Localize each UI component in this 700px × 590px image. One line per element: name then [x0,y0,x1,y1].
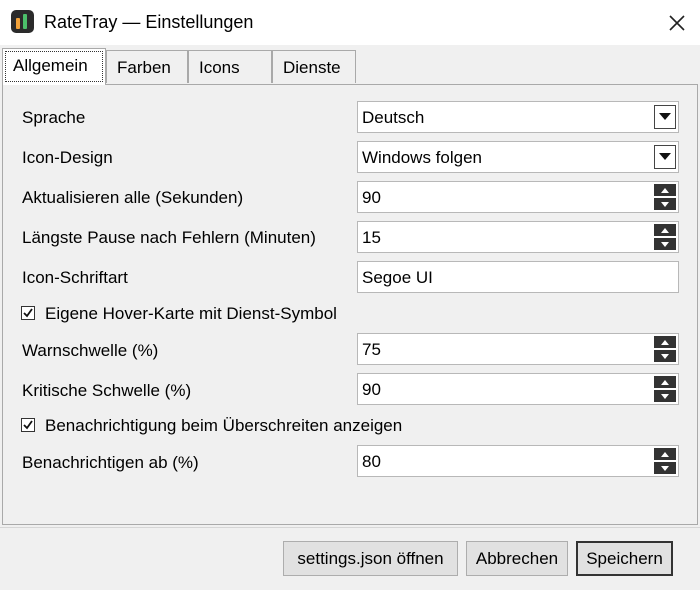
warn-threshold-spinbox[interactable]: 75 [357,333,679,365]
chevron-down-icon [659,153,671,160]
spin-up-icon [661,187,669,193]
tab-label: Farben [117,58,171,77]
critical-threshold-spin-down[interactable] [654,390,676,402]
tab-dienste[interactable]: Dienste [272,50,356,83]
icon-design-dropdown-button[interactable] [654,145,676,169]
spin-up-icon [661,451,669,457]
icon-design-value: Windows folgen [362,148,483,167]
max-pause-value: 15 [362,228,381,247]
icon-design-label: Icon-Design [22,148,113,167]
critical-threshold-spin-up[interactable] [654,376,676,388]
tab-label: Dienste [283,58,341,77]
spin-down-icon [661,201,669,207]
max-pause-spinbox[interactable]: 15 [357,221,679,253]
checkmark-icon [23,420,33,430]
tab-allgemein[interactable]: Allgemein [2,48,106,85]
ratetray-app-icon [11,10,34,33]
notify-from-spin-up[interactable] [654,448,676,460]
max-pause-spin-up[interactable] [654,224,676,236]
warn-threshold-spin-down[interactable] [654,350,676,362]
refresh-label: Aktualisieren alle (Sekunden) [22,188,244,207]
checkmark-icon [23,308,33,318]
hover-card-label[interactable]: Eigene Hover-Karte mit Dienst-Symbol [45,304,337,324]
notify-from-spinbox[interactable]: 80 [357,445,679,477]
warn-threshold-value: 75 [362,340,381,359]
spin-down-icon [661,353,669,359]
refresh-spinbox[interactable]: 90 [357,181,679,213]
max-pause-label: Längste Pause nach Fehlern (Minuten) [22,228,316,247]
critical-threshold-label: Kritische Schwelle (%) [22,381,192,400]
notify-exceed-checkbox[interactable] [21,418,35,432]
refresh-spin-down[interactable] [654,198,676,210]
refresh-value: 90 [362,188,381,207]
title-bar: RateTray — Einstellungen [0,0,700,45]
spin-up-icon [661,339,669,345]
spin-down-icon [661,465,669,471]
warn-threshold-label: Warnschwelle (%) [22,341,159,360]
critical-threshold-value: 90 [362,380,381,399]
spin-up-icon [661,227,669,233]
footer-divider [0,527,700,528]
icon-font-value: Segoe UI [362,268,433,287]
language-select[interactable]: Deutsch [357,101,679,133]
notify-from-label: Benachrichtigen ab (%) [22,453,199,472]
spin-down-icon [661,393,669,399]
notify-exceed-label[interactable]: Benachrichtigung beim Überschreiten anze… [45,416,402,436]
language-value: Deutsch [362,108,425,127]
icon-font-input[interactable]: Segoe UI [357,261,679,293]
close-button[interactable] [654,0,700,45]
hover-card-checkbox[interactable] [21,306,35,320]
tab-icons[interactable]: Icons [188,50,272,83]
window-title: RateTray — Einstellungen [44,12,254,32]
save-button[interactable]: Speichern [576,541,673,576]
icon-font-label: Icon-Schriftart [22,268,128,287]
max-pause-spin-down[interactable] [654,238,676,250]
language-dropdown-button[interactable] [654,105,676,129]
tab-label: Allgemein [13,56,88,75]
refresh-spin-up[interactable] [654,184,676,196]
warn-threshold-spin-up[interactable] [654,336,676,348]
spin-down-icon [661,241,669,247]
tab-farben[interactable]: Farben [106,50,188,83]
notify-from-value: 80 [362,452,381,471]
language-label: Sprache [22,108,86,127]
cancel-button[interactable]: Abbrechen [466,541,568,576]
open-settings-json-button[interactable]: settings.json öffnen [283,541,458,576]
close-icon [669,14,685,31]
notify-from-spin-down[interactable] [654,462,676,474]
spin-up-icon [661,379,669,385]
tab-label: Icons [199,58,240,77]
critical-threshold-spinbox[interactable]: 90 [357,373,679,405]
chevron-down-icon [659,113,671,120]
icon-design-select[interactable]: Windows folgen [357,141,679,173]
